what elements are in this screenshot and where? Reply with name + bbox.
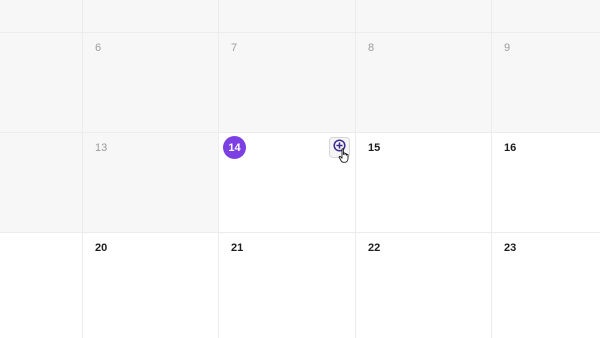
- day-number: 21: [231, 242, 244, 254]
- calendar-day-cell[interactable]: 13: [83, 133, 219, 232]
- calendar-week-row: 20 21 22 23: [0, 233, 600, 338]
- calendar-day-cell[interactable]: [0, 133, 83, 232]
- day-number: 7: [231, 42, 238, 54]
- calendar-day-cell[interactable]: [356, 0, 492, 32]
- calendar-day-cell[interactable]: [0, 33, 83, 132]
- day-number: 8: [368, 42, 375, 54]
- calendar-week-row: [0, 0, 600, 33]
- calendar-day-cell[interactable]: 8: [356, 33, 492, 132]
- day-number: 13: [95, 142, 108, 154]
- calendar-day-cell[interactable]: [219, 0, 356, 32]
- calendar-day-cell-today[interactable]: 14: [219, 133, 356, 232]
- month-calendar-grid: 6 7 8 9 13 14 15 16 20 21 22 23: [0, 0, 600, 338]
- calendar-day-cell[interactable]: 23: [492, 233, 600, 338]
- calendar-week-row: 13 14 15 16: [0, 133, 600, 233]
- calendar-day-cell[interactable]: 7: [219, 33, 356, 132]
- calendar-day-cell[interactable]: 15: [356, 133, 492, 232]
- day-number: 9: [504, 42, 511, 54]
- day-number: 20: [95, 242, 108, 254]
- today-badge: 14: [223, 136, 246, 159]
- day-number: 16: [504, 142, 517, 154]
- calendar-day-cell[interactable]: 22: [356, 233, 492, 338]
- calendar-day-cell[interactable]: 21: [219, 233, 356, 338]
- day-number: 6: [95, 42, 102, 54]
- plus-circle-icon: [333, 138, 346, 157]
- day-number: 23: [504, 242, 517, 254]
- calendar-day-cell[interactable]: 6: [83, 33, 219, 132]
- add-event-button[interactable]: [329, 137, 350, 163]
- day-number: 15: [368, 142, 381, 154]
- calendar-day-cell[interactable]: 20: [83, 233, 219, 338]
- calendar-day-cell[interactable]: [0, 0, 83, 32]
- day-number: 22: [368, 242, 381, 254]
- calendar-day-cell[interactable]: 16: [492, 133, 600, 232]
- calendar-day-cell[interactable]: [0, 233, 83, 338]
- calendar-day-cell[interactable]: [492, 0, 600, 32]
- calendar-day-cell[interactable]: [83, 0, 219, 32]
- calendar-day-cell[interactable]: 9: [492, 33, 600, 132]
- calendar-week-row: 6 7 8 9: [0, 33, 600, 133]
